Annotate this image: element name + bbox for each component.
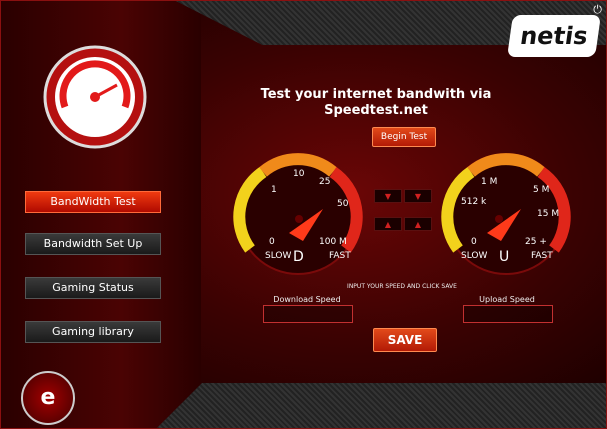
gauge-fast-label: FAST xyxy=(531,251,553,261)
sidebar-gauge-logo xyxy=(43,45,147,149)
gauge-tick: 25 + xyxy=(525,237,547,247)
brand-text: netis xyxy=(518,22,590,50)
title-line-2: Speedtest.net xyxy=(324,103,428,118)
gauge-letter: D xyxy=(293,249,304,265)
gauge-tick: 100 M xyxy=(319,237,347,247)
gauge-tick: 1 xyxy=(271,185,277,195)
sidebar-item-label: Gaming Status xyxy=(52,281,134,294)
sidebar-item-label: Bandwidth Set Up xyxy=(43,237,143,250)
sidebar-item-gaming-status[interactable]: Gaming Status xyxy=(25,277,161,299)
sidebar-item-bandwidth-test[interactable]: BandWidth Test xyxy=(25,191,161,213)
arrow-buttons: ▼ ▼ ▲ ▲ xyxy=(372,181,434,237)
gauge-tick: 1 M xyxy=(481,177,498,187)
down-arrow-icon[interactable]: ▼ xyxy=(374,189,402,203)
gauge-slow-label: SLOW xyxy=(265,251,292,261)
sidebar-item-label: BandWidth Test xyxy=(50,195,136,208)
gauge-tick: 5 M xyxy=(533,185,550,195)
brand-logo: netis xyxy=(507,15,601,57)
power-icon[interactable]: ⏻ xyxy=(593,3,602,17)
up-arrow-icon[interactable]: ▲ xyxy=(404,217,432,231)
upload-gauge: 0 512 k 1 M 5 M 15 M 25 + SLOW FAST U xyxy=(441,149,571,279)
download-speed-field[interactable] xyxy=(263,305,353,323)
gauge-tick: 25 xyxy=(319,177,331,187)
gauge-slow-label: SLOW xyxy=(461,251,488,261)
gauge-tick: 15 M xyxy=(537,209,560,219)
upload-label: Upload Speed xyxy=(479,295,535,304)
save-label: SAVE xyxy=(387,333,423,347)
download-label: Download Speed xyxy=(273,295,341,304)
sidebar-item-label: Gaming library xyxy=(52,325,134,338)
title-line-1: Test your internet bandwith via xyxy=(260,87,492,102)
down-arrow-icon[interactable]: ▼ xyxy=(404,189,432,203)
gauge-tick: 10 xyxy=(293,169,305,179)
gauge-tick: 50 xyxy=(337,199,349,209)
carbon-fiber-bottom xyxy=(157,383,606,428)
upload-speed-field[interactable] xyxy=(463,305,553,323)
gauge-fast-label: FAST xyxy=(329,251,351,261)
save-button[interactable]: SAVE xyxy=(373,328,437,352)
app-window: BandWidth Test Bandwidth Set Up Gaming S… xyxy=(0,0,607,429)
begin-test-button[interactable]: Begin Test xyxy=(372,127,436,147)
gauge-tick: 512 k xyxy=(461,197,487,207)
netis-e-logo: e xyxy=(21,371,75,425)
sidebar: BandWidth Test Bandwidth Set Up Gaming S… xyxy=(1,1,201,428)
sidebar-item-bandwidth-setup[interactable]: Bandwidth Set Up xyxy=(25,233,161,255)
page-title: Test your internet bandwith via Speedtes… xyxy=(251,87,501,119)
sidebar-item-gaming-library[interactable]: Gaming library xyxy=(25,321,161,343)
up-arrow-icon[interactable]: ▲ xyxy=(374,217,402,231)
gauge-tick: 0 xyxy=(471,237,477,247)
gauge-tick: 0 xyxy=(269,237,275,247)
input-hint: INPUT YOUR SPEED AND CLICK SAVE xyxy=(347,283,457,290)
begin-test-label: Begin Test xyxy=(380,132,428,142)
download-gauge: 0 1 10 25 50 100 M SLOW FAST D xyxy=(233,149,363,279)
gauge-letter: U xyxy=(499,249,510,265)
